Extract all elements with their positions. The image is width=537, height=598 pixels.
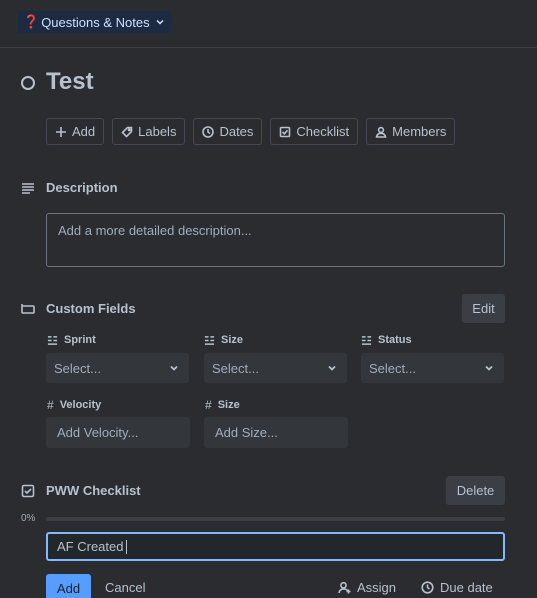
chevron-down-icon: [156, 19, 164, 25]
checkbox-icon: [280, 126, 291, 137]
edit-custom-fields-button[interactable]: Edit: [462, 294, 505, 323]
card-actions: Add Labels Dates Checklist Members: [46, 118, 456, 145]
text-cursor: [126, 539, 128, 554]
labels-button[interactable]: Labels: [112, 118, 186, 145]
add-button-label: Add: [72, 124, 96, 139]
checklist-progress-bar: [46, 517, 505, 521]
size-select-value: Select...: [212, 360, 259, 376]
question-mark-emoji-icon: ❓: [23, 14, 40, 29]
header-divider: [0, 47, 537, 48]
add-button[interactable]: Add: [46, 118, 105, 145]
tag-icon: [121, 126, 133, 138]
status-select-value: Select...: [369, 360, 416, 376]
sprint-field-label: Sprint: [47, 334, 96, 346]
add-checklist-item-button[interactable]: Add: [46, 574, 91, 598]
checklist-progress-percent: 0%: [21, 513, 36, 524]
chevron-down-icon: [170, 365, 178, 371]
size-select[interactable]: Select...: [204, 353, 347, 383]
clock-icon: [202, 125, 215, 138]
status-field-label: Status: [361, 334, 412, 346]
assign-button[interactable]: Assign: [338, 580, 396, 595]
description-heading: Description: [46, 180, 118, 195]
sprint-label-text: Sprint: [64, 334, 96, 346]
chevron-down-icon: [328, 365, 336, 371]
list-name-chip[interactable]: ❓ Questions & Notes: [18, 11, 171, 33]
description-lines-icon: [21, 181, 35, 195]
due-date-button-label: Due date: [440, 580, 493, 595]
list-select-icon: [47, 335, 58, 345]
cancel-button[interactable]: Cancel: [105, 580, 145, 595]
custom-fields-icon: [21, 302, 35, 316]
checklist-button-label: Checklist: [296, 124, 350, 139]
delete-checklist-button[interactable]: Delete: [446, 476, 505, 505]
list-select-icon: [204, 335, 215, 345]
status-label-text: Status: [378, 334, 412, 346]
dates-button[interactable]: Dates: [193, 118, 263, 145]
assign-button-label: Assign: [357, 580, 397, 595]
sprint-select[interactable]: Select...: [46, 353, 189, 383]
velocity-field-label: # Velocity: [47, 398, 101, 412]
user-icon: [338, 581, 351, 594]
members-button-label: Members: [392, 124, 447, 139]
custom-fields-heading: Custom Fields: [46, 301, 136, 316]
card-title[interactable]: Test: [46, 68, 94, 96]
velocity-label-text: Velocity: [59, 399, 102, 411]
list-name: Questions & Notes: [41, 14, 150, 30]
due-date-button[interactable]: Due date: [421, 580, 493, 595]
checklist-item-input-value: AF Created: [57, 539, 124, 554]
size-number-input[interactable]: Add Size...: [204, 417, 348, 448]
members-button[interactable]: Members: [366, 118, 456, 145]
description-input[interactable]: Add a more detailed description...: [46, 213, 505, 267]
checklist-button[interactable]: Checklist: [270, 118, 359, 145]
velocity-input[interactable]: Add Velocity...: [46, 417, 190, 448]
clock-icon: [421, 581, 434, 594]
user-icon: [375, 126, 387, 138]
checklist-item-input[interactable]: AF Created: [46, 532, 505, 561]
checklist-icon: [21, 484, 35, 498]
complete-toggle-icon[interactable]: [21, 76, 35, 90]
plus-icon: [56, 126, 66, 137]
hash-icon: #: [205, 398, 212, 412]
hash-icon: #: [47, 398, 54, 412]
size-select-field-label: Size: [204, 334, 243, 346]
sprint-select-value: Select...: [54, 360, 101, 376]
labels-button-label: Labels: [138, 124, 177, 139]
size-select-label-text: Size: [221, 334, 244, 346]
chevron-down-icon: [485, 365, 493, 371]
size-number-label-text: Size: [217, 399, 240, 411]
dates-button-label: Dates: [219, 124, 254, 139]
list-select-icon: [361, 335, 372, 345]
status-select[interactable]: Select...: [361, 353, 504, 383]
size-number-field-label: # Size: [205, 398, 240, 412]
checklist-heading[interactable]: PWW Checklist: [46, 483, 141, 498]
